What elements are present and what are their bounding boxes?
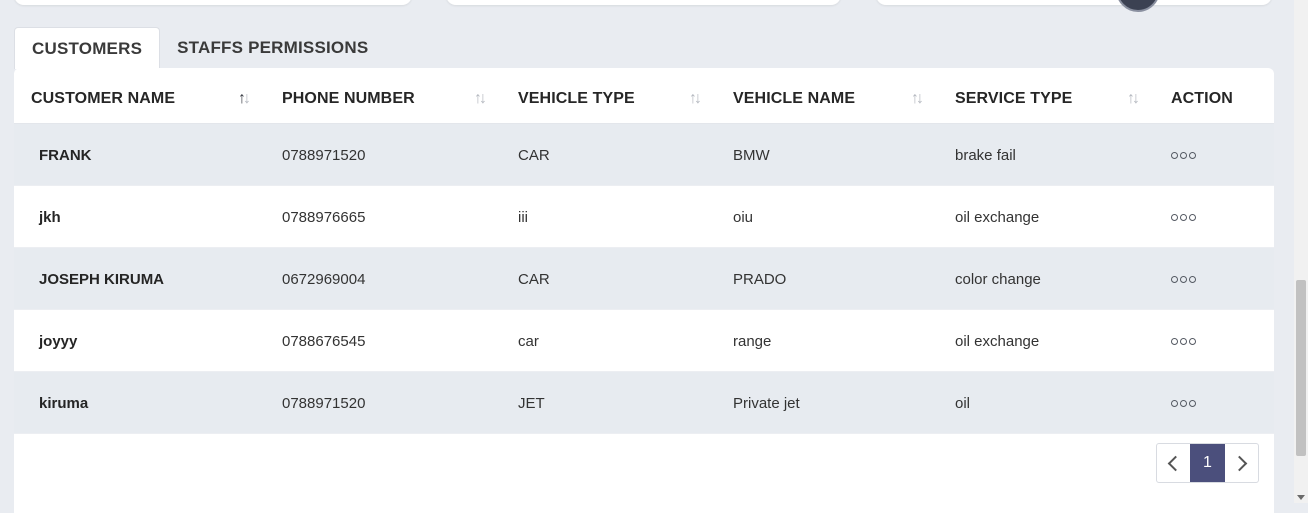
pagination-prev-button[interactable]	[1157, 444, 1190, 482]
column-header-action: ACTION	[1171, 90, 1233, 107]
table-header: CUSTOMER NAME ↑ ↓ PHONE NUMBER ↑ ↓ VEHICLE…	[14, 74, 1274, 124]
vehicle-type-cell: CAR	[518, 146, 550, 164]
service-type-cell: oil exchange	[955, 208, 1040, 226]
table-row: jkh 0788976665 iii oiu oil exchange	[14, 186, 1274, 248]
phone-number-cell: 0788971520	[282, 394, 366, 412]
top-card-3	[876, 0, 1272, 5]
customer-name-cell: FRANK	[39, 146, 92, 164]
tab-bar: CUSTOMERS STAFFS PERMISSIONS	[14, 27, 385, 69]
more-options-icon[interactable]	[1171, 124, 1196, 186]
pagination: 1	[1156, 443, 1259, 483]
service-type-cell: brake fail	[955, 146, 1016, 164]
pagination-page-button[interactable]: 1	[1190, 444, 1225, 482]
chevron-left-icon	[1167, 455, 1184, 471]
avatar[interactable]	[1116, 0, 1160, 12]
vehicle-name-cell: BMW	[733, 146, 770, 164]
more-options-icon[interactable]	[1171, 248, 1196, 310]
service-type-cell: oil	[955, 394, 971, 412]
service-type-cell: color change	[955, 270, 1041, 288]
phone-number-cell: 0672969004	[282, 270, 366, 288]
vehicle-name-cell: oiu	[733, 208, 754, 226]
more-options-icon[interactable]	[1171, 186, 1196, 248]
sort-arrows-icon[interactable]: ↑ ↓	[1127, 74, 1140, 124]
sort-arrows-icon[interactable]: ↑ ↓	[238, 74, 251, 124]
vehicle-name-cell: Private jet	[733, 394, 800, 412]
vehicle-name-cell: PRADO	[733, 270, 787, 288]
column-header-vehicle-type[interactable]: VEHICLE TYPE	[518, 74, 635, 124]
service-type-cell: oil exchange	[955, 332, 1040, 350]
tab-staffs-permissions[interactable]: STAFFS PERMISSIONS	[160, 27, 385, 69]
sort-arrows-icon[interactable]: ↑ ↓	[474, 74, 487, 124]
customer-name-cell: jkh	[39, 208, 61, 226]
more-options-icon[interactable]	[1171, 310, 1196, 372]
table-row: kiruma 0788971520 JET Private jet oil	[14, 372, 1274, 434]
pagination-next-button[interactable]	[1225, 444, 1258, 482]
customer-name-cell: joyyy	[39, 332, 78, 350]
scrollbar-thumb[interactable]	[1296, 280, 1306, 456]
more-options-icon[interactable]	[1171, 372, 1196, 434]
phone-number-cell: 0788676545	[282, 332, 366, 350]
table-row: FRANK 0788971520 CAR BMW brake fail	[14, 124, 1274, 186]
vehicle-type-cell: JET	[518, 394, 545, 412]
column-header-vehicle-name[interactable]: VEHICLE NAME	[733, 74, 855, 124]
column-header-phone-number[interactable]: PHONE NUMBER	[282, 74, 415, 124]
column-header-customer-name[interactable]: CUSTOMER NAME	[31, 74, 175, 124]
chevron-right-icon	[1231, 455, 1248, 471]
vehicle-type-cell: car	[518, 332, 539, 350]
vertical-scrollbar[interactable]	[1294, 0, 1308, 503]
top-card-2	[446, 0, 841, 5]
vehicle-name-cell: range	[733, 332, 772, 350]
column-header-service-type[interactable]: SERVICE TYPE	[955, 74, 1072, 124]
customer-name-cell: kiruma	[39, 394, 89, 412]
table-row: JOSEPH KIRUMA 0672969004 CAR PRADO color…	[14, 248, 1274, 310]
sort-arrows-icon[interactable]: ↑ ↓	[911, 74, 924, 124]
table-row: joyyy 0788676545 car range oil exchange	[14, 310, 1274, 372]
tab-customers[interactable]: CUSTOMERS	[14, 27, 161, 69]
sort-arrows-icon[interactable]: ↑ ↓	[689, 74, 702, 124]
phone-number-cell: 0788971520	[282, 146, 366, 164]
scroll-down-arrow-icon[interactable]	[1297, 495, 1305, 500]
vehicle-type-cell: iii	[518, 208, 528, 226]
phone-number-cell: 0788976665	[282, 208, 366, 226]
top-card-1	[14, 0, 412, 5]
vehicle-type-cell: CAR	[518, 270, 550, 288]
customers-table: CUSTOMER NAME ↑ ↓ PHONE NUMBER ↑ ↓ VEHICLE…	[14, 68, 1274, 513]
customer-name-cell: JOSEPH KIRUMA	[39, 270, 165, 288]
